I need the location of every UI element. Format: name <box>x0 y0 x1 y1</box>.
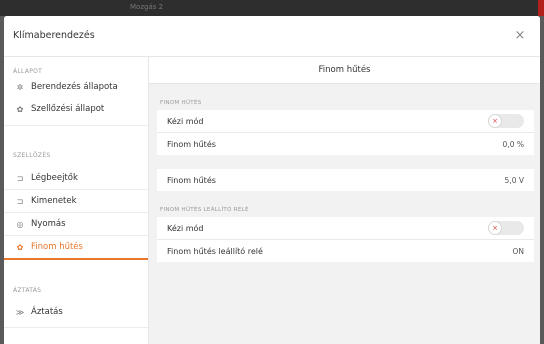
settings-row-kezi-mod-rele: Kézi mód × <box>157 217 534 239</box>
sidebar-item-nyomas[interactable]: ◎ Nyomás <box>4 213 148 235</box>
toggle-off-icon: × <box>488 114 502 128</box>
sidebar-item-kimenetek[interactable]: ⊐ Kimenetek <box>4 190 148 212</box>
soaking-icon: ≫ <box>15 307 25 317</box>
sidebar-item-label: Légbeejtők <box>31 173 78 183</box>
row-value: ON <box>512 246 524 256</box>
sidebar-item-label: Szellőzési állapot <box>31 104 105 114</box>
sidebar-item-finom-hutes[interactable]: ✿ Finom hűtés <box>4 236 148 258</box>
group-title-leallito-rele: FINOM HŰTÉS LEÁLLÍTÓ RELÉ <box>160 207 249 213</box>
sidebar-item-label: Áztatás <box>31 307 63 317</box>
dialog-title: Klímaberendezés <box>13 30 95 41</box>
sidebar-divider <box>4 327 148 328</box>
sidebar-item-label: Kimenetek <box>31 196 77 206</box>
settings-row-leallito-rele: Finom hűtés leállító relé ON <box>157 240 534 262</box>
main-panel: Finom hűtés FINOM HŰTÉS Kézi mód × Finom… <box>149 57 540 344</box>
settings-row-finom-hutes-voltage: Finom hűtés 5,0 V <box>157 169 534 191</box>
app-top-bar: Mozgás 2 <box>0 0 544 16</box>
air-inlet-icon: ⊐ <box>16 173 24 183</box>
toggle-off-icon: × <box>488 221 502 235</box>
sidebar-item-szellozesi-allapot[interactable]: ✿ Szellőzési állapot <box>4 98 148 120</box>
sidebar-item-label: Finom hűtés <box>31 242 83 252</box>
climate-dialog: Klímaberendezés × ÁLLAPOT ✲ Berendezés á… <box>4 16 540 344</box>
group-title-finom-hutes: FINOM HŰTÉS <box>160 100 202 106</box>
row-label: Kézi mód <box>167 223 204 233</box>
dialog-header: Klímaberendezés × <box>4 16 540 57</box>
top-bar-accent <box>538 0 544 16</box>
sidebar-item-aztatas[interactable]: ≫ Áztatás <box>4 301 148 323</box>
sidebar-item-berendezes-allapota[interactable]: ✲ Berendezés állapota <box>4 76 148 98</box>
row-label: Finom hűtés <box>167 139 216 149</box>
active-item-indicator <box>4 258 148 260</box>
vent-state-icon: ✿ <box>16 104 24 114</box>
sidebar-item-label: Berendezés állapota <box>31 82 118 92</box>
top-bar-title: Mozgás 2 <box>130 3 164 11</box>
sidebar-divider <box>4 125 148 126</box>
sidebar-section-szellozes: SZELLŐZÉS <box>13 152 51 159</box>
close-icon[interactable]: × <box>510 26 530 46</box>
main-header: Finom hűtés <box>149 57 540 84</box>
row-label: Finom hűtés <box>167 175 216 185</box>
sidebar: ÁLLAPOT ✲ Berendezés állapota ✿ Szellőzé… <box>4 57 149 344</box>
settings-row-kezi-mod: Kézi mód × <box>157 110 534 132</box>
row-value: 0,0 % <box>502 139 524 149</box>
row-value: 5,0 V <box>504 175 524 185</box>
row-label: Kézi mód <box>167 116 204 126</box>
sidebar-item-label: Nyomás <box>31 219 66 229</box>
page-title: Finom hűtés <box>318 65 371 75</box>
settings-row-finom-hutes-percent: Finom hűtés 0,0 % <box>157 133 534 155</box>
sidebar-item-legbeejtok[interactable]: ⊐ Légbeejtők <box>4 167 148 189</box>
outlet-icon: ⊐ <box>16 196 24 206</box>
relay-manual-mode-toggle[interactable]: × <box>488 221 524 235</box>
sidebar-section-allapot: ÁLLAPOT <box>13 68 43 75</box>
row-label: Finom hűtés leállító relé <box>167 246 263 256</box>
manual-mode-toggle[interactable]: × <box>488 114 524 128</box>
sidebar-section-aztatas: ÁZTATÁS <box>13 287 42 294</box>
cooling-icon: ✿ <box>16 242 24 252</box>
pressure-icon: ◎ <box>16 219 24 229</box>
fan-icon: ✲ <box>16 82 24 92</box>
